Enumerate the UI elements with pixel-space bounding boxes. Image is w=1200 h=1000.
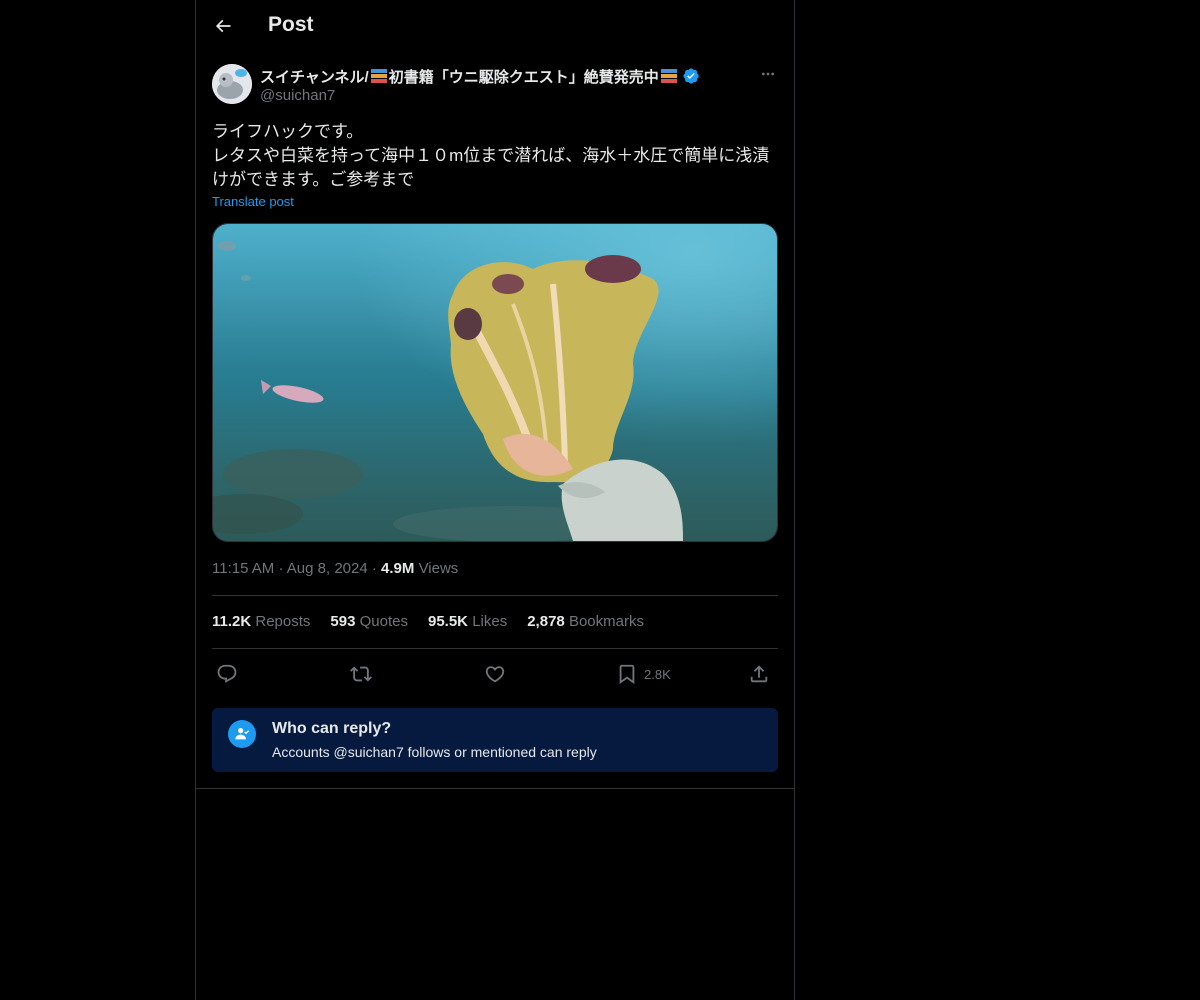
- action-bar: 2.8K: [212, 660, 778, 688]
- more-dots-icon: [762, 72, 774, 76]
- post-text: ライフハックです。 レタスや白菜を持って海中１０m位まで潜れば、海水＋水圧で簡単…: [212, 122, 770, 189]
- like-button[interactable]: [484, 660, 506, 688]
- likes-stat[interactable]: 95.5K Likes: [428, 613, 507, 630]
- books-emoji-icon: [660, 69, 677, 83]
- user-handle[interactable]: @suichan7: [260, 87, 335, 104]
- user-check-icon: [228, 720, 256, 748]
- books-emoji-icon: [370, 69, 387, 83]
- avatar[interactable]: [212, 64, 252, 104]
- bookmark-button[interactable]: 2.8K: [616, 660, 671, 688]
- heart-icon: [485, 666, 505, 683]
- translate-post-link[interactable]: Translate post: [212, 194, 294, 209]
- reposts-label: Reposts: [255, 613, 311, 630]
- page-title: Post: [268, 13, 314, 36]
- display-name-part2: 初書籍「ウニ駆除クエスト」絶賛発売中: [388, 68, 659, 86]
- divider: [196, 788, 794, 789]
- avatar-image: [212, 64, 252, 104]
- bookmarks-count: 2,878: [527, 613, 565, 630]
- post-meta: 11:15 AM · Aug 8, 2024 · 4.9M Views: [212, 560, 458, 577]
- display-name[interactable]: スイチャンネル/ 初書籍「ウニ駆除クエスト」絶賛発売中: [260, 66, 700, 86]
- bookmarks-stat[interactable]: 2,878 Bookmarks: [527, 613, 644, 630]
- post-date[interactable]: Aug 8, 2024: [287, 560, 368, 577]
- back-button[interactable]: [206, 9, 240, 43]
- more-options-button[interactable]: [758, 64, 778, 84]
- reposts-count: 11.2K: [212, 613, 252, 630]
- bookmarks-label: Bookmarks: [568, 613, 644, 630]
- divider: [212, 648, 778, 649]
- divider: [212, 595, 778, 596]
- reply-button[interactable]: [216, 660, 238, 688]
- bookmark-count: 2.8K: [644, 666, 671, 682]
- post-column: Post スイチャンネル/ 初書籍「ウニ駆除クエスト」絶賛発売中 @suicha…: [195, 0, 795, 1000]
- repost-button[interactable]: [350, 660, 372, 688]
- top-bar: Post: [196, 0, 794, 53]
- quotes-label: Quotes: [359, 613, 408, 630]
- likes-count: 95.5K: [427, 613, 469, 630]
- underwater-lettuce-image: [213, 224, 777, 541]
- who-can-reply-subtitle: Accounts @suichan7 follows or mentioned …: [272, 744, 597, 760]
- reposts-stat[interactable]: 11.2K Reposts: [212, 613, 310, 630]
- quotes-count: 593: [330, 613, 356, 630]
- who-can-reply-box: Who can reply? Accounts @suichan7 follow…: [212, 708, 778, 772]
- post-time[interactable]: 11:15 AM: [212, 560, 274, 577]
- post-media-image[interactable]: [212, 223, 778, 542]
- author-row: スイチャンネル/ 初書籍「ウニ駆除クエスト」絶賛発売中 @suichan7: [212, 64, 778, 108]
- display-name-part1: スイチャンネル/: [260, 68, 369, 86]
- likes-label: Likes: [472, 613, 508, 630]
- meta-separator: ·: [371, 560, 382, 577]
- share-button[interactable]: [748, 660, 770, 688]
- meta-separator: ·: [278, 560, 287, 577]
- views-count: 4.9M: [381, 560, 415, 577]
- reply-bubble-icon: [217, 664, 237, 683]
- verified-badge-icon: [683, 68, 699, 84]
- person-check-icon: [235, 728, 250, 740]
- quotes-stat[interactable]: 593 Quotes: [330, 613, 408, 630]
- repost-icon: [350, 666, 372, 682]
- bookmark-icon: [619, 664, 635, 685]
- arrow-left-icon: [215, 19, 231, 33]
- who-can-reply-title: Who can reply?: [272, 720, 392, 737]
- engagement-stats: 11.2K Reposts 593 Quotes 95.5K Likes 2,8…: [212, 613, 644, 630]
- views-label: Views: [418, 560, 459, 577]
- share-icon: [750, 665, 768, 683]
